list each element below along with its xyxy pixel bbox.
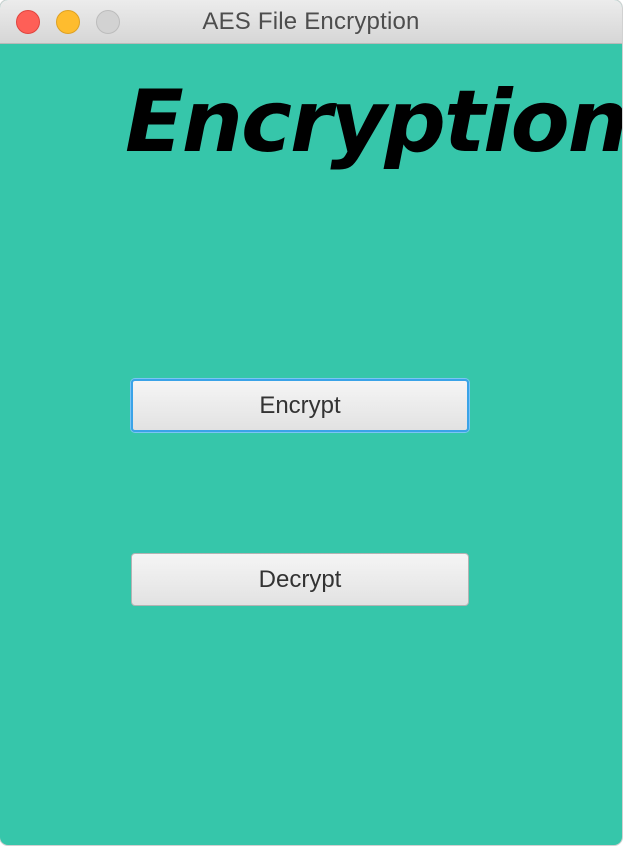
app-window: AES File Encryption Encryption Encrypt D…	[0, 0, 622, 845]
window-title: AES File Encryption	[202, 8, 420, 35]
encrypt-button[interactable]: Encrypt	[131, 379, 469, 432]
title-bar[interactable]: AES File Encryption	[0, 0, 622, 44]
page-heading: Encryption	[125, 72, 622, 172]
decrypt-button[interactable]: Decrypt	[131, 553, 469, 606]
